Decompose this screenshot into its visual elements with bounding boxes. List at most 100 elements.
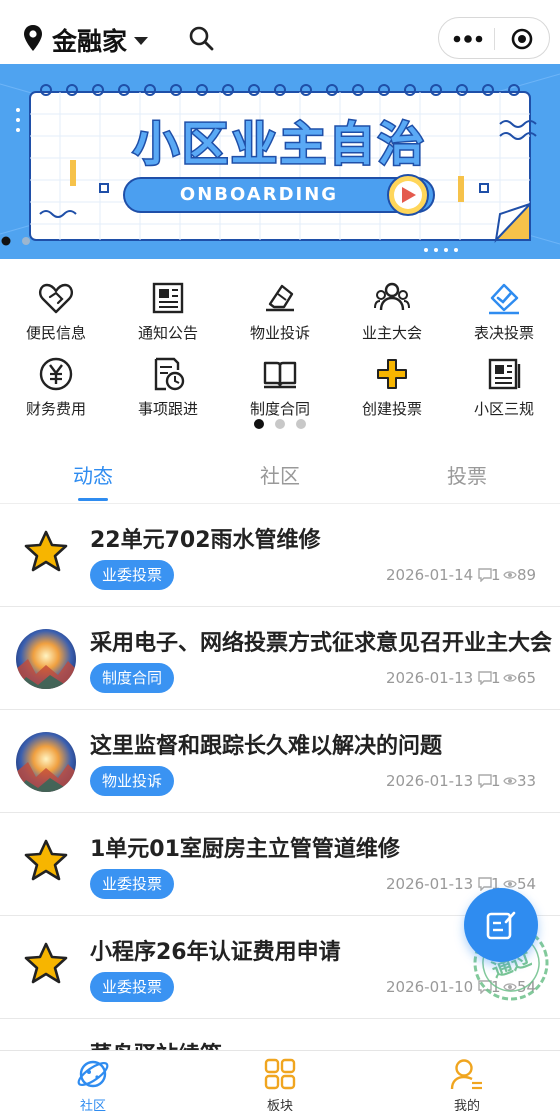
banner-pagination <box>1 236 30 246</box>
comment-icon <box>478 774 492 788</box>
comment-count: 1 <box>491 772 501 790</box>
compose-button[interactable] <box>464 888 538 962</box>
category-tag[interactable]: 业委投票 <box>90 972 175 1002</box>
tabbar-item-mine[interactable]: 我的 <box>374 1051 560 1111</box>
feed-tabs: 动态 社区 投票 <box>0 446 560 504</box>
grid-item-label: 创建投票 <box>361 400 422 418</box>
eye-icon <box>503 777 517 785</box>
planet-icon <box>77 1060 109 1088</box>
grid-item-label: 表决投票 <box>473 324 534 342</box>
comment-count: 1 <box>491 669 501 687</box>
function-grid: 便民信息 通知公告 物业投诉 业主大会 表决投票 财务费用 事项跟进 制度合同 … <box>0 272 560 422</box>
grid-item-label: 制度合同 <box>249 400 310 418</box>
avatar <box>16 732 76 792</box>
banner-dot-active <box>1 236 11 246</box>
banner-dot <box>22 237 30 245</box>
bottom-tab-bar: 社区 板块 我的 <box>0 1050 560 1111</box>
comment-count: 1 <box>491 566 501 584</box>
category-tag[interactable]: 物业投诉 <box>90 766 175 796</box>
star-icon <box>24 942 68 984</box>
tabbar-label: 板块 <box>266 1099 293 1111</box>
edit-icon <box>486 911 516 940</box>
category-tag[interactable]: 业委投票 <box>90 560 175 590</box>
tab-votes[interactable]: 投票 <box>374 460 560 489</box>
newspaper-icon <box>152 282 184 314</box>
grid-item-notices[interactable]: 通知公告 <box>112 276 224 342</box>
user-icon <box>450 1059 482 1090</box>
item-date: 2026-01-13 <box>386 875 474 893</box>
grid-item-label: 小区三规 <box>473 400 534 418</box>
tabbar-label: 社区 <box>79 1099 106 1111</box>
grid-dot-active <box>254 419 264 429</box>
banner-subtitle: ONBOARDING <box>179 184 339 205</box>
item-date: 2026-01-14 <box>386 566 474 584</box>
item-title: 22单元702雨水管维修 <box>90 528 321 553</box>
close-miniprogram-icon[interactable] <box>511 28 533 50</box>
active-tab-indicator <box>78 498 108 501</box>
list-item[interactable]: 这里监督和跟踪长久难以解决的问题 物业投诉 2026-01-13 1 33 <box>0 710 560 813</box>
grid-item-follow-up[interactable]: 事项跟进 <box>112 352 224 418</box>
tabbar-item-community[interactable]: 社区 <box>0 1051 186 1111</box>
yuan-icon <box>39 357 73 391</box>
grid-dot <box>275 419 285 429</box>
grid-item-create-vote[interactable]: 创建投票 <box>336 352 448 418</box>
capsule-divider <box>494 28 495 50</box>
grid-item-label: 业主大会 <box>361 324 422 342</box>
star-icon <box>24 839 68 881</box>
grid-item-convenience-info[interactable]: 便民信息 <box>0 276 112 342</box>
item-title: 采用电子、网络投票方式征求意见召开业主大会 <box>90 631 553 656</box>
tabbar-label: 我的 <box>453 1099 480 1111</box>
grid-item-label: 事项跟进 <box>137 400 198 418</box>
view-count: 54 <box>517 875 537 893</box>
regulations-icon <box>488 358 521 390</box>
grid-item-property-complaint[interactable]: 物业投诉 <box>224 276 336 342</box>
vote-check-icon <box>489 283 519 315</box>
list-item[interactable]: 采用电子、网络投票方式征求意见召开业主大会 制度合同 2026-01-13 1 … <box>0 607 560 710</box>
star-icon <box>24 530 68 572</box>
location-name[interactable]: 金融家 <box>52 22 127 58</box>
heart-handshake-icon <box>39 283 73 314</box>
document-clock-icon <box>154 357 185 391</box>
location-pin-icon[interactable] <box>22 24 44 52</box>
top-header: 金融家 <box>0 0 560 64</box>
eye-icon <box>503 571 517 579</box>
grid-pagination <box>254 419 306 429</box>
grid-item-owners-meeting[interactable]: 业主大会 <box>336 276 448 342</box>
search-icon[interactable] <box>188 25 214 51</box>
item-title: 1单元01室厨房主立管管道维修 <box>90 837 400 862</box>
grid-item-regulations-contracts[interactable]: 制度合同 <box>224 352 336 418</box>
view-count: 33 <box>517 772 537 790</box>
item-date: 2026-01-10 <box>386 978 474 996</box>
tab-updates[interactable]: 动态 <box>0 460 186 489</box>
view-count: 89 <box>517 566 537 584</box>
eye-icon <box>503 674 517 682</box>
list-item[interactable]: 菜鸟驿站续签 <box>0 1019 560 1050</box>
category-tag[interactable]: 制度合同 <box>90 663 175 693</box>
people-group-icon <box>374 282 410 311</box>
category-tag[interactable]: 业委投票 <box>90 869 175 899</box>
grid-item-label: 便民信息 <box>25 324 86 342</box>
miniprogram-capsule <box>438 17 550 59</box>
list-item[interactable]: 22单元702雨水管维修 业委投票 2026-01-14 1 89 <box>0 504 560 607</box>
item-date: 2026-01-13 <box>386 772 474 790</box>
grid-item-finance[interactable]: 财务费用 <box>0 352 112 418</box>
grid-item-label: 物业投诉 <box>249 324 310 342</box>
tabbar-item-sections[interactable]: 板块 <box>187 1051 373 1111</box>
item-title: 这里监督和跟踪长久难以解决的问题 <box>90 734 443 759</box>
chevron-down-icon[interactable] <box>134 37 148 45</box>
plus-icon <box>377 359 407 389</box>
tab-community[interactable]: 社区 <box>187 460 373 489</box>
grid-item-label: 财务费用 <box>25 400 86 418</box>
comment-icon <box>478 671 492 685</box>
grid-item-label: 通知公告 <box>137 324 198 342</box>
comment-icon <box>478 568 492 582</box>
item-title: 菜鸟驿站续签 <box>90 1037 560 1050</box>
view-count: 65 <box>517 669 537 687</box>
partial-icon <box>22 1039 70 1050</box>
avatar <box>16 629 76 689</box>
grid-item-community-rules[interactable]: 小区三规 <box>448 352 560 418</box>
more-icon[interactable] <box>453 29 483 49</box>
banner-carousel[interactable]: 小区业主自治 ONBOARDING <box>0 64 560 259</box>
grid-item-vote[interactable]: 表决投票 <box>448 276 560 342</box>
complaint-icon <box>266 284 294 312</box>
